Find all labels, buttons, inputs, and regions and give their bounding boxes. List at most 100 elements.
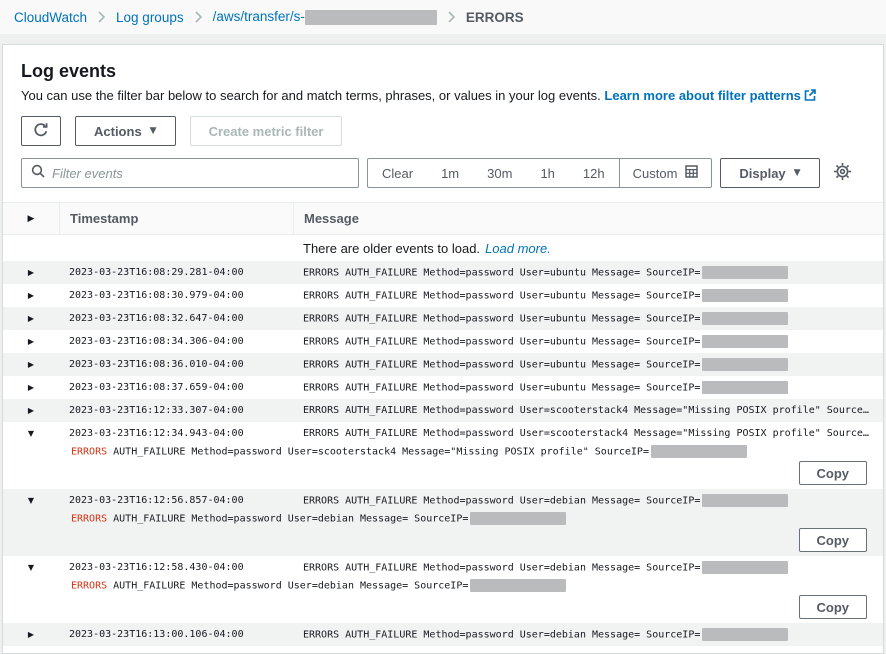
log-row[interactable]: ▶2023-03-23T16:08:37.659-04:00 ERRORS AUT… [3,376,883,399]
learn-more-link[interactable]: Learn more about filter patterns [604,88,800,103]
log-row[interactable]: ▼2023-03-23T16:12:56.857-04:00 ERRORS AUT… [3,489,883,512]
copy-row: Copy [3,459,883,489]
range-clear[interactable]: Clear [368,166,427,181]
breadcrumb-cloudwatch[interactable]: CloudWatch [14,10,87,25]
redaction-mask [702,335,788,348]
message-cell: ERRORS AUTH_FAILURE Method=password User… [293,335,883,348]
chevron-down-icon: ▼ [794,168,801,178]
copy-button[interactable]: Copy [799,461,868,485]
timestamp-cell: 2023-03-23T16:08:29.281-04:00 [59,267,293,278]
message-text: ERRORS AUTH_FAILURE Method=password User… [303,428,869,439]
expand-arrow-icon[interactable]: ▶ [3,291,59,300]
log-event-block: ▶2023-03-23T16:08:37.659-04:00 ERRORS AUT… [3,376,883,399]
external-link-icon [804,89,816,104]
timestamp-cell: 2023-03-23T16:12:33.307-04:00 [59,405,293,416]
expand-arrow-icon[interactable]: ▶ [3,360,59,369]
copy-button[interactable]: Copy [799,528,868,552]
expand-arrow-icon[interactable]: ▶ [3,268,59,277]
log-event-block: ▶2023-03-23T16:13:00.106-04:00 ERRORS AUT… [3,623,883,646]
message-text: ERRORS AUTH_FAILURE Method=password User… [303,314,700,325]
message-text: ERRORS AUTH_FAILURE Method=password User… [303,337,700,348]
log-event-block: ▶2023-03-23T16:08:29.281-04:00ERRORS AUT… [3,261,883,284]
timestamp-cell: 2023-03-23T16:08:32.647-04:00 [59,313,293,324]
log-row[interactable]: ▶2023-03-23T16:08:29.281-04:00ERRORS AUT… [3,261,883,284]
message-text: ERRORS AUTH_FAILURE Method=password User… [303,496,700,507]
chevron-right-icon [195,11,202,23]
breadcrumb-log-groups[interactable]: Log groups [116,10,184,25]
copy-button[interactable]: Copy [799,595,868,619]
log-event-block: ▼2023-03-23T16:12:34.943-04:00ERRORS AUT… [3,422,883,489]
log-row[interactable]: ▶2023-03-23T16:08:34.306-04:00 ERRORS AUT… [3,330,883,353]
expand-arrow-icon[interactable]: ▶ [3,314,59,323]
expand-arrow-icon[interactable]: ▶ [3,406,59,415]
log-row[interactable]: ▶2023-03-23T16:08:36.010-04:00ERRORS AUT… [3,353,883,376]
create-metric-filter-button[interactable]: Create metric filter [190,116,343,146]
redaction-mask [651,445,747,458]
filter-events-box[interactable] [21,158,359,188]
breadcrumb-current-stream: ERRORS [466,10,524,25]
range-custom[interactable]: Custom [620,165,712,181]
refresh-button[interactable] [21,116,61,146]
error-level-text: ERRORS [71,581,107,592]
message-cell: ERRORS AUTH_FAILURE Method=password User… [293,266,883,279]
redaction-mask [702,381,788,394]
filter-events-input[interactable] [52,166,349,181]
timestamp-cell: 2023-03-23T16:08:37.659-04:00 [59,382,293,393]
log-events-table: ▶ Timestamp Message There are older even… [3,202,883,646]
log-row[interactable]: ▶2023-03-23T16:12:33.307-04:00 ERRORS AUT… [3,399,883,422]
redaction-mask [702,494,788,507]
copy-row: Copy [3,593,883,623]
time-range-control: Clear 1m 30m 1h 12h Custom [367,158,712,188]
expand-arrow-icon[interactable]: ▶ [3,383,59,392]
range-1h[interactable]: 1h [526,166,568,181]
message-cell: ERRORS AUTH_FAILURE Method=password User… [293,494,883,507]
page-description: You can use the filter bar below to sear… [21,88,867,104]
message-cell: ERRORS AUTH_FAILURE Method=password User… [293,561,883,574]
message-text: ERRORS AUTH_FAILURE Method=password User… [303,383,700,394]
range-12h[interactable]: 12h [569,166,619,181]
expand-arrow-icon[interactable]: ▶ [3,630,59,639]
log-event-block: ▶2023-03-23T16:08:34.306-04:00 ERRORS AUT… [3,330,883,353]
timestamp-cell: 2023-03-23T16:13:00.106-04:00 [59,629,293,640]
chevron-right-icon [98,11,105,23]
message-cell: ERRORS AUTH_FAILURE Method=password User… [293,381,883,394]
timestamp-cell: 2023-03-23T16:12:58.430-04:00 [59,562,293,573]
log-row[interactable]: ▶2023-03-23T16:08:32.647-04:00 ERRORS AUT… [3,307,883,330]
message-cell: ERRORS AUTH_FAILURE Method=password User… [293,428,883,439]
timestamp-cell: 2023-03-23T16:08:34.306-04:00 [59,336,293,347]
redaction-mask [702,628,788,641]
message-text: ERRORS AUTH_FAILURE Method=password User… [303,405,869,416]
expanded-event-detail: ERRORS AUTH_FAILURE Method=password User… [3,512,883,526]
timestamp-cell: 2023-03-23T16:08:30.979-04:00 [59,290,293,301]
older-events-row: There are older events to load. Load mor… [3,235,883,261]
redaction-mask [470,512,566,525]
display-button[interactable]: Display▼ [720,158,819,188]
collapse-arrow-icon[interactable]: ▼ [3,496,59,505]
log-event-block: ▼2023-03-23T16:12:56.857-04:00 ERRORS AUT… [3,489,883,556]
collapse-arrow-icon[interactable]: ▼ [3,563,59,572]
expand-arrow-icon: ▶ [28,214,35,224]
range-30m[interactable]: 30m [473,166,526,181]
log-row[interactable]: ▼2023-03-23T16:12:34.943-04:00ERRORS AUT… [3,422,883,445]
message-text: ERRORS AUTH_FAILURE Method=password User… [303,563,700,574]
load-more-link[interactable]: Load more. [485,241,551,256]
timestamp-cell: 2023-03-23T16:12:56.857-04:00 [59,495,293,506]
message-text: ERRORS AUTH_FAILURE Method=password User… [303,630,700,641]
expand-all-header[interactable]: ▶ [3,203,59,234]
collapse-arrow-icon[interactable]: ▼ [3,429,59,438]
log-row[interactable]: ▶2023-03-23T16:13:00.106-04:00 ERRORS AUT… [3,623,883,646]
chevron-down-icon: ▼ [150,126,157,136]
preferences-button[interactable] [833,162,852,184]
log-event-block: ▶2023-03-23T16:08:36.010-04:00ERRORS AUT… [3,353,883,376]
message-cell: ERRORS AUTH_FAILURE Method=password User… [293,358,883,371]
log-row[interactable]: ▶2023-03-23T16:08:30.979-04:00ERRORS AUT… [3,284,883,307]
detail-text: AUTH_FAILURE Method=password User=debian… [107,514,468,525]
message-cell: ERRORS AUTH_FAILURE Method=password User… [293,405,883,416]
breadcrumb-log-group[interactable]: /aws/transfer/s- [213,9,437,25]
range-1m[interactable]: 1m [427,166,473,181]
actions-button[interactable]: Actions▼ [75,116,176,146]
redaction-mask [702,312,788,325]
expand-arrow-icon[interactable]: ▶ [3,337,59,346]
calendar-icon [685,165,698,181]
log-row[interactable]: ▼2023-03-23T16:12:58.430-04:00 ERRORS AUT… [3,556,883,579]
